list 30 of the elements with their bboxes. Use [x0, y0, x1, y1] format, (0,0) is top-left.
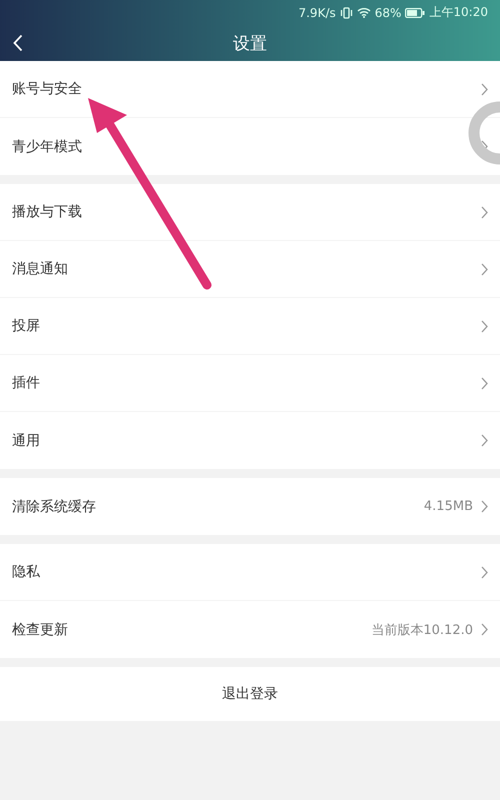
wifi-icon: [356, 7, 371, 18]
setting-value: 4.15MB: [424, 499, 473, 514]
settings-item[interactable]: 插件: [12, 374, 40, 392]
chevron-icon: [481, 320, 488, 332]
chevron-icon: [481, 82, 488, 96]
chevron-icon: [481, 623, 488, 636]
back-icon[interactable]: [13, 34, 23, 52]
chevron-icon: [481, 434, 488, 447]
battery-icon: [405, 8, 426, 18]
settings-item[interactable]: 账号与安全: [12, 80, 82, 98]
settings-item[interactable]: 投屏: [12, 317, 40, 335]
page-title: 设置: [233, 32, 267, 54]
network-speed: 7.9K/s: [298, 6, 336, 20]
settings-item[interactable]: 清除系统缓存: [12, 498, 96, 516]
settings-item[interactable]: 通用: [12, 432, 40, 450]
chevron-icon: [481, 500, 488, 513]
settings-item[interactable]: 播放与下载: [12, 203, 82, 221]
chevron-icon: [481, 206, 488, 218]
clock-time: 上午10:20: [429, 4, 488, 21]
settings-item[interactable]: 隐私: [12, 563, 40, 581]
logout-button[interactable]: 退出登录: [0, 667, 500, 721]
settings-item[interactable]: 青少年模式: [12, 138, 82, 156]
settings-item[interactable]: 检查更新: [12, 620, 68, 638]
chevron-icon: [481, 566, 488, 578]
chevron-icon: [481, 376, 488, 390]
chevron-icon: [481, 262, 488, 276]
battery-percent: 68%: [374, 6, 402, 20]
settings-item[interactable]: 消息通知: [12, 260, 68, 278]
vibrate-icon: [340, 6, 353, 18]
setting-value: 当前版本10.12.0: [371, 622, 473, 638]
